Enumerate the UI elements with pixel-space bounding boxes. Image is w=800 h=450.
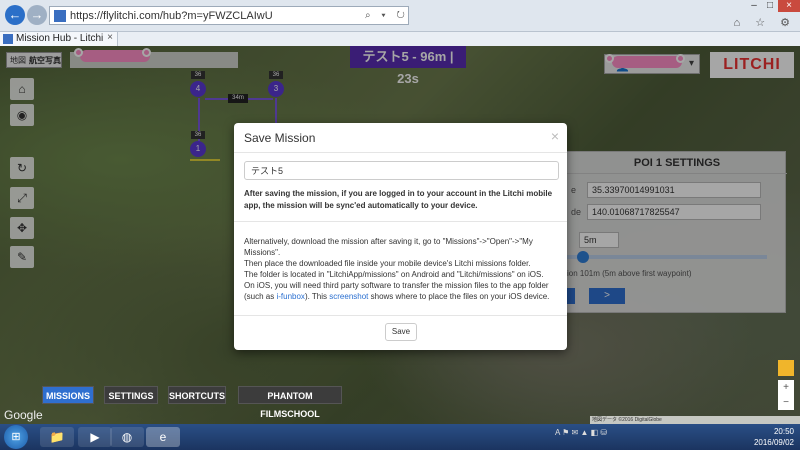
close-icon[interactable]: × xyxy=(551,128,559,144)
start-button[interactable]: ⊞ xyxy=(4,425,28,449)
zoom-in-button[interactable]: + xyxy=(778,380,794,395)
back-button[interactable]: ← xyxy=(5,5,25,25)
bookmarks-bar xyxy=(118,32,800,46)
chrome-icon[interactable]: ◍ xyxy=(110,427,144,447)
save-mission-dialog: Save Mission × After saving the mission,… xyxy=(234,123,567,350)
divider xyxy=(234,315,567,316)
tab-settings[interactable]: SETTINGS xyxy=(104,386,158,404)
system-tray[interactable]: A ⚑ ✉ ▲ ◧ ⛁ xyxy=(555,428,735,446)
address-tools-icon[interactable]: ⌕ ▾ ↻ xyxy=(365,10,409,22)
tab-title: Mission Hub - Litchi xyxy=(16,33,104,44)
zoom-control: + − xyxy=(778,380,794,410)
clock-date: 2016/09/02 xyxy=(753,438,794,447)
browser-toolbar: ← → https://flylitchi.com/hub?m=yFWZCLAI… xyxy=(0,0,800,32)
tab-missions[interactable]: MISSIONS xyxy=(42,386,94,404)
media-player-icon[interactable]: ▶ xyxy=(78,427,112,447)
dialog-title: Save Mission xyxy=(244,131,316,145)
download-instructions: Alternatively, download the mission afte… xyxy=(244,236,562,302)
divider xyxy=(234,221,567,222)
tab-shortcuts[interactable]: SHORTCUTS xyxy=(168,386,226,404)
zoom-out-button[interactable]: − xyxy=(778,395,794,410)
instruction-line: On iOS, you will need third party softwa… xyxy=(244,281,550,301)
clock[interactable]: 20:50 2016/09/02 xyxy=(754,426,794,448)
browser-icons[interactable]: ⌂ ☆ ⚙ xyxy=(734,16,796,29)
screenshot-link[interactable]: screenshot xyxy=(329,292,368,301)
close-window-button[interactable]: × xyxy=(778,0,800,12)
instruction-line: Then place the downloaded file inside yo… xyxy=(244,259,531,268)
clock-time: 20:50 xyxy=(773,427,794,436)
tab-favicon-icon xyxy=(3,34,13,44)
google-logo: Google xyxy=(4,408,43,422)
address-bar[interactable]: https://flylitchi.com/hub?m=yFWZCLAIwU ⌕… xyxy=(49,6,409,25)
tab-close-icon[interactable]: × xyxy=(107,32,113,43)
sync-note: After saving the mission, if you are log… xyxy=(244,189,553,210)
maximize-button[interactable]: □ xyxy=(762,0,778,12)
divider xyxy=(234,152,567,153)
internet-explorer-icon[interactable]: e xyxy=(146,427,180,447)
site-favicon-icon xyxy=(54,10,66,22)
window-controls: – □ × xyxy=(746,0,800,14)
ifunbox-link[interactable]: i-funbox xyxy=(276,292,304,301)
url-text: https://flylitchi.com/hub?m=yFWZCLAIwU xyxy=(70,10,273,22)
tab-phantom-filmschool[interactable]: PHANTOM FILMSCHOOL xyxy=(238,386,342,419)
forward-button[interactable]: → xyxy=(27,5,47,25)
map-attribution: 地図データ ©2016 DigitalGlobe xyxy=(590,416,800,424)
minimize-button[interactable]: – xyxy=(746,0,762,12)
instruction-line: The folder is located in "LitchiApp/miss… xyxy=(244,270,544,279)
windows-taskbar: ⊞ 📁 ▶ ◍ e A ⚑ ✉ ▲ ◧ ⛁ 20:50 2016/09/02 xyxy=(0,424,800,450)
save-button[interactable]: Save xyxy=(385,323,417,341)
mission-name-input[interactable] xyxy=(244,161,559,180)
street-view-pegman-icon[interactable] xyxy=(778,360,794,376)
instruction-line: Alternatively, download the mission afte… xyxy=(244,237,533,257)
browser-tab[interactable]: Mission Hub - Litchi × xyxy=(0,32,118,46)
explorer-icon[interactable]: 📁 xyxy=(40,427,74,447)
